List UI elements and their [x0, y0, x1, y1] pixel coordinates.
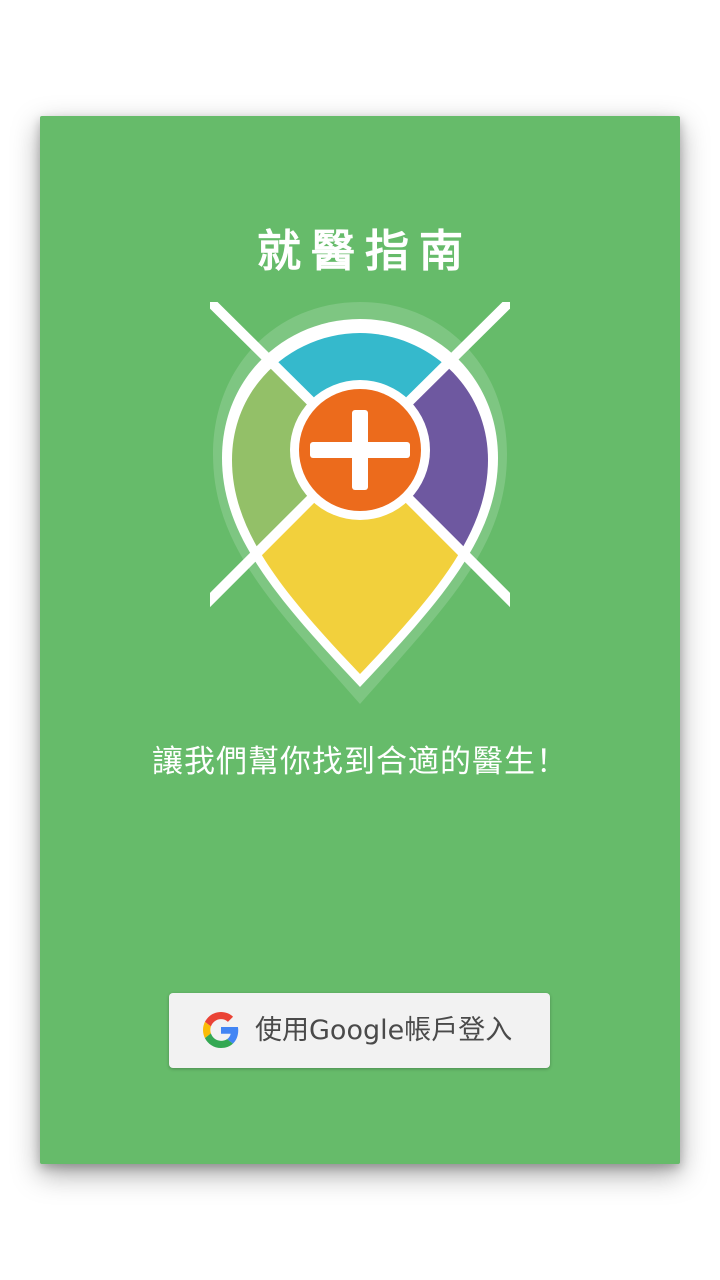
- app-title: 就醫指南: [257, 226, 473, 277]
- splash-card: 就醫指南 讓我們幫你找到合適的醫生！ 使用Google帳戶登入: [40, 116, 680, 1164]
- google-g-icon: [203, 1012, 239, 1048]
- map-pin-logo-icon: [210, 302, 510, 704]
- signin-label: 使用Google帳戶登入: [255, 1015, 513, 1046]
- plus-horizontal: [310, 442, 410, 458]
- tagline: 讓我們幫你找到合適的醫生！: [152, 744, 568, 780]
- google-signin-button[interactable]: 使用Google帳戶登入: [169, 993, 550, 1068]
